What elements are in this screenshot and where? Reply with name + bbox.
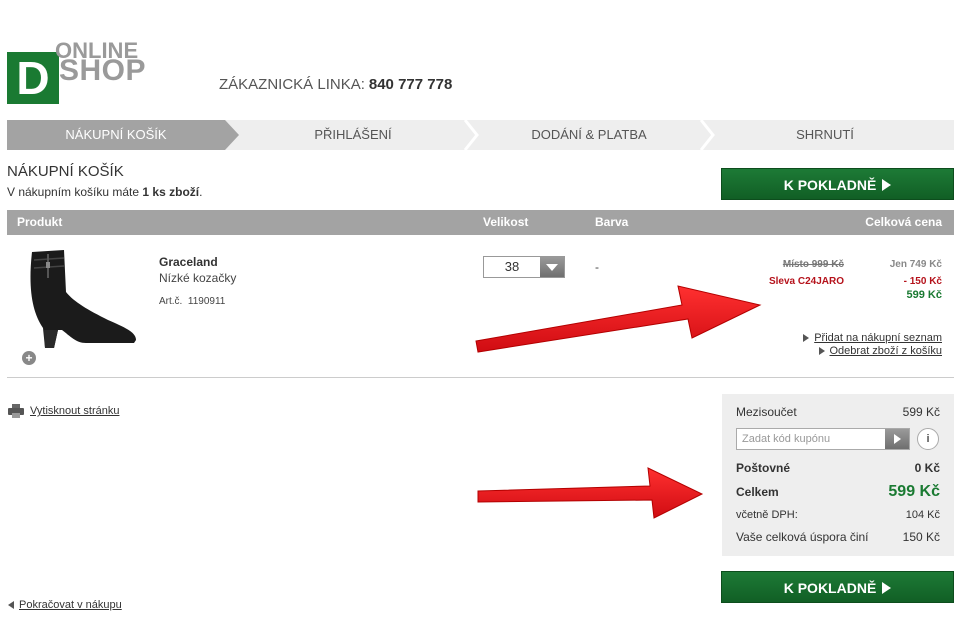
coupon-placeholder: Zadat kód kupónu bbox=[742, 433, 831, 445]
savings-value: 150 Kč bbox=[902, 530, 940, 544]
remove-item-label: Odebrat zboží z košíku bbox=[829, 345, 943, 357]
continue-shopping-link[interactable]: Pokračovat v nákupu bbox=[8, 599, 122, 611]
header-color: Barva bbox=[595, 215, 629, 229]
subtotal-value: 599 Kč bbox=[902, 405, 940, 419]
step-separator bbox=[225, 120, 239, 150]
add-to-wishlist-label: Přidat na nákupní seznam bbox=[814, 332, 942, 344]
header-total: Celková cena bbox=[865, 215, 942, 229]
color-value: - bbox=[595, 260, 599, 274]
step-delivery-payment[interactable]: DODÁNÍ & PLATBA bbox=[479, 120, 699, 150]
order-summary: Mezisoučet 599 Kč Zadat kód kupónu i Poš… bbox=[722, 394, 954, 556]
print-page-link[interactable]: Vytisknout stránku bbox=[8, 404, 119, 418]
checkout-button-bottom[interactable]: K POKLADNĚ bbox=[721, 571, 954, 603]
deichmann-logo[interactable]: D ONLINE SHOP bbox=[7, 40, 157, 104]
article-label: Art.č. bbox=[159, 296, 183, 307]
checkout-button-label: K POKLADNĚ bbox=[783, 580, 877, 596]
step-summary[interactable]: SHRNUTÍ bbox=[715, 120, 935, 150]
subtotal-label: Mezisoučet bbox=[736, 405, 797, 419]
vat-row: včetně DPH: 104 Kč bbox=[736, 509, 940, 521]
step-separator bbox=[699, 120, 715, 150]
total-value: 599 Kč bbox=[888, 483, 940, 500]
product-article-number: Art.č. 1190911 bbox=[159, 296, 225, 307]
size-select[interactable]: 38 bbox=[483, 256, 565, 278]
dropdown-arrow-icon[interactable] bbox=[540, 257, 564, 277]
cart-info-suffix: . bbox=[199, 185, 203, 199]
total-row: Celkem 599 Kč bbox=[736, 483, 940, 500]
continue-shopping-label[interactable]: Pokračovat v nákupu bbox=[19, 599, 122, 611]
checkout-button-top[interactable]: K POKLADNĚ bbox=[721, 168, 954, 200]
total-label: Celkem bbox=[736, 485, 779, 499]
shipping-row: Poštovné 0 Kč bbox=[736, 461, 940, 475]
divider bbox=[7, 377, 954, 378]
discount-value: - 150 Kč bbox=[903, 276, 942, 287]
play-arrow-icon bbox=[882, 179, 892, 192]
triangle-right-icon bbox=[803, 334, 810, 343]
step-login[interactable]: PŘIHLÁŠENÍ bbox=[243, 120, 463, 150]
cart-info: V nákupním košíku máte 1 ks zboží. bbox=[7, 185, 202, 199]
logo-d-mark: D bbox=[7, 52, 59, 104]
cart-info-prefix: V nákupním košíku máte bbox=[7, 185, 140, 199]
triangle-left-icon bbox=[8, 601, 14, 610]
savings-row: Vaše celková úspora činí 150 Kč bbox=[736, 530, 940, 544]
vat-label: včetně DPH: bbox=[736, 509, 798, 521]
page-title: NÁKUPNÍ KOŠÍK bbox=[7, 163, 124, 180]
cart-table-header: Produkt Velikost Barva Celková cena bbox=[7, 210, 954, 235]
coupon-submit-icon[interactable] bbox=[885, 429, 909, 449]
shipping-value: 0 Kč bbox=[914, 461, 940, 475]
product-image[interactable] bbox=[18, 248, 138, 348]
savings-label: Vaše celková úspora činí bbox=[736, 530, 869, 544]
checkout-steps: NÁKUPNÍ KOŠÍK PŘIHLÁŠENÍ DODÁNÍ & PLATBA… bbox=[7, 120, 954, 150]
vat-value: 104 Kč bbox=[905, 509, 940, 521]
hotline-label: ZÁKAZNICKÁ LINKA: bbox=[219, 76, 365, 93]
annotation-arrow-price bbox=[475, 285, 762, 353]
header-product: Produkt bbox=[17, 215, 63, 229]
shipping-label: Poštovné bbox=[736, 461, 791, 475]
price-now: Jen 749 Kč bbox=[889, 259, 942, 270]
info-icon[interactable]: i bbox=[917, 428, 939, 450]
product-name[interactable]: Graceland bbox=[159, 255, 218, 269]
step-separator bbox=[463, 120, 479, 150]
hotline-number: 840 777 778 bbox=[368, 76, 453, 93]
zoom-plus-icon[interactable]: + bbox=[22, 351, 36, 365]
size-value: 38 bbox=[504, 259, 520, 274]
triangle-right-icon bbox=[818, 347, 825, 356]
add-to-wishlist-link[interactable]: Přidat na nákupní seznam bbox=[803, 332, 942, 344]
print-page-label[interactable]: Vytisknout stránku bbox=[30, 405, 119, 417]
discount-label: Sleva C24JARO bbox=[768, 276, 844, 287]
product-description: Nízké kozačky bbox=[159, 271, 237, 285]
play-arrow-icon bbox=[882, 582, 892, 595]
step-cart: NÁKUPNÍ KOŠÍK bbox=[7, 120, 225, 150]
checkout-button-label: K POKLADNĚ bbox=[783, 177, 877, 193]
printer-icon bbox=[8, 404, 24, 418]
logo-shop-text: SHOP bbox=[59, 54, 147, 87]
customer-hotline: ZÁKAZNICKÁ LINKA: 840 777 778 bbox=[219, 76, 452, 93]
price-original: Místo 999 Kč bbox=[782, 259, 844, 270]
article-value: 1190911 bbox=[187, 296, 226, 307]
coupon-input[interactable]: Zadat kód kupónu bbox=[736, 428, 910, 450]
annotation-arrow-total bbox=[477, 467, 704, 519]
subtotal-row: Mezisoučet 599 Kč bbox=[736, 405, 940, 419]
final-price: 599 Kč bbox=[906, 289, 942, 301]
cart-info-count: 1 ks zboží bbox=[142, 185, 200, 199]
header-size: Velikost bbox=[483, 215, 529, 229]
remove-item-link[interactable]: Odebrat zboží z košíku bbox=[818, 345, 943, 357]
